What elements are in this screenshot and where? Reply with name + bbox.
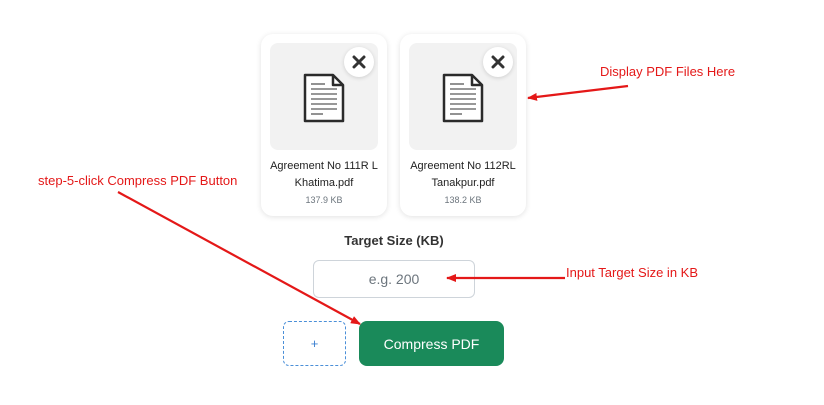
file-size: 137.9 KB	[305, 195, 343, 205]
target-size-input[interactable]	[313, 260, 475, 298]
file-card: Agreement No 112RL Tanakpur.pdf 138.2 KB	[400, 34, 526, 216]
annotation-display-files: Display PDF Files Here	[600, 64, 736, 79]
file-size: 138.2 KB	[444, 195, 482, 205]
close-icon	[491, 55, 505, 69]
document-icon	[303, 73, 345, 123]
compress-pdf-button[interactable]: Compress PDF	[359, 321, 504, 366]
target-size-label: Target Size (KB)	[344, 233, 444, 248]
arrow-to-files	[527, 84, 629, 101]
close-icon	[352, 55, 366, 69]
document-icon	[442, 73, 484, 123]
file-name: Agreement No 112RL Tanakpur.pdf	[410, 160, 516, 189]
file-name: Agreement No 111R L Khatima.pdf	[270, 160, 378, 189]
add-file-button[interactable]: +	[283, 321, 346, 366]
annotation-step5: step-5-click Compress PDF Button	[38, 173, 238, 188]
remove-file-button[interactable]	[344, 47, 374, 77]
file-thumbnail	[270, 43, 378, 150]
file-card: Agreement No 111R L Khatima.pdf 137.9 KB	[261, 34, 387, 216]
annotation-input-target: Input Target Size in KB	[566, 265, 699, 280]
remove-file-button[interactable]	[483, 47, 513, 77]
file-thumbnail	[409, 43, 517, 150]
